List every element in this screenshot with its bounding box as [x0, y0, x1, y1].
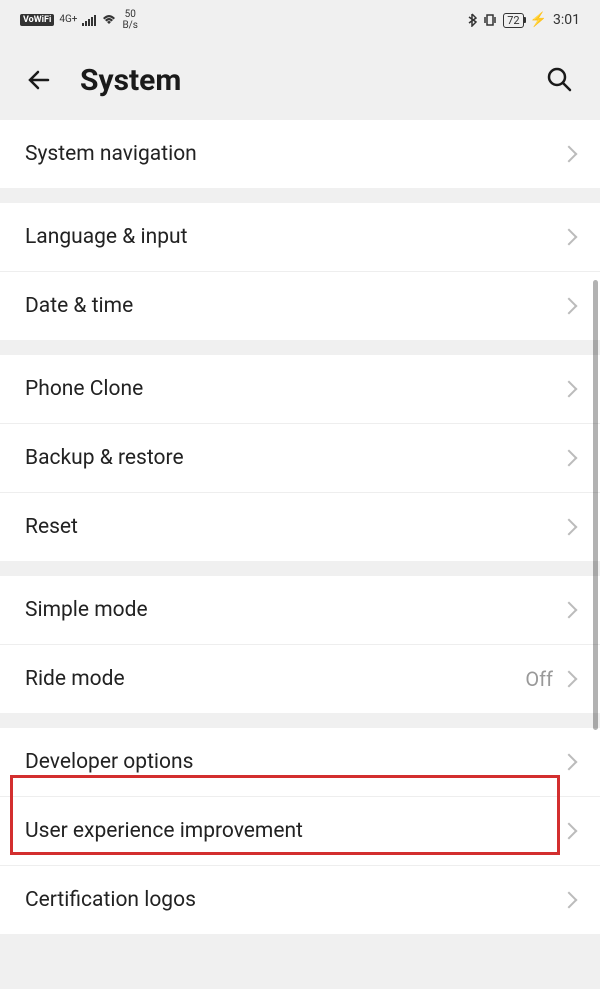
row-phone-clone[interactable]: Phone Clone [0, 355, 600, 424]
data-rate: 50 B/s [122, 9, 138, 31]
chevron-right-icon [561, 754, 578, 771]
chevron-right-icon [561, 146, 578, 163]
charging-icon: ⚡ [530, 12, 547, 28]
row-label: Language & input [25, 225, 187, 249]
section-developer: Developer options User experience improv… [0, 728, 600, 934]
section-language: Language & input Date & time [0, 203, 600, 340]
header: System [0, 40, 600, 120]
row-label: Ride mode [25, 667, 125, 691]
row-ride-mode[interactable]: Ride mode Off [0, 645, 600, 713]
signal-bars-icon [82, 14, 96, 26]
scrollbar[interactable] [593, 280, 598, 730]
search-icon [545, 65, 573, 93]
chevron-right-icon [561, 381, 578, 398]
row-label: Simple mode [25, 598, 148, 622]
row-developer-options[interactable]: Developer options [0, 728, 600, 797]
chevron-right-icon [561, 229, 578, 246]
bluetooth-icon [467, 13, 477, 27]
row-label: User experience improvement [25, 819, 303, 843]
row-label: Certification logos [25, 888, 196, 912]
row-date-time[interactable]: Date & time [0, 272, 600, 340]
section-modes: Simple mode Ride mode Off [0, 576, 600, 713]
clock: 3:01 [553, 12, 580, 28]
row-label: Phone Clone [25, 377, 143, 401]
section-phone: Phone Clone Backup & restore Reset [0, 355, 600, 561]
row-language-input[interactable]: Language & input [0, 203, 600, 272]
page-title: System [80, 63, 520, 98]
row-backup-restore[interactable]: Backup & restore [0, 424, 600, 493]
battery-indicator: 72 [503, 13, 523, 28]
chevron-right-icon [561, 450, 578, 467]
status-bar: VoWiFi 4G+ 50 B/s 72 ⚡ 3:01 [0, 0, 600, 40]
row-simple-mode[interactable]: Simple mode [0, 576, 600, 645]
chevron-right-icon [561, 602, 578, 619]
vibrate-icon [483, 13, 497, 27]
row-user-experience[interactable]: User experience improvement [0, 797, 600, 866]
chevron-right-icon [561, 671, 578, 688]
back-button[interactable] [25, 65, 55, 95]
status-left: VoWiFi 4G+ 50 B/s [20, 9, 138, 31]
back-arrow-icon [26, 66, 54, 94]
chevron-right-icon [561, 823, 578, 840]
row-label: Developer options [25, 750, 193, 774]
chevron-right-icon [561, 298, 578, 315]
row-label: System navigation [25, 142, 197, 166]
row-label: Reset [25, 515, 78, 539]
row-certification-logos[interactable]: Certification logos [0, 866, 600, 934]
chevron-right-icon [561, 519, 578, 536]
row-system-navigation[interactable]: System navigation [0, 120, 600, 188]
row-label: Date & time [25, 294, 133, 318]
chevron-right-icon [561, 892, 578, 909]
wifi-icon [101, 14, 117, 26]
row-reset[interactable]: Reset [0, 493, 600, 561]
row-label: Backup & restore [25, 446, 184, 470]
vowifi-badge: VoWiFi [20, 14, 54, 26]
row-value: Off [525, 667, 553, 691]
status-right: 72 ⚡ 3:01 [467, 12, 580, 28]
section-navigation: System navigation [0, 120, 600, 188]
search-button[interactable] [545, 65, 575, 95]
network-type: 4G+ [59, 15, 77, 25]
